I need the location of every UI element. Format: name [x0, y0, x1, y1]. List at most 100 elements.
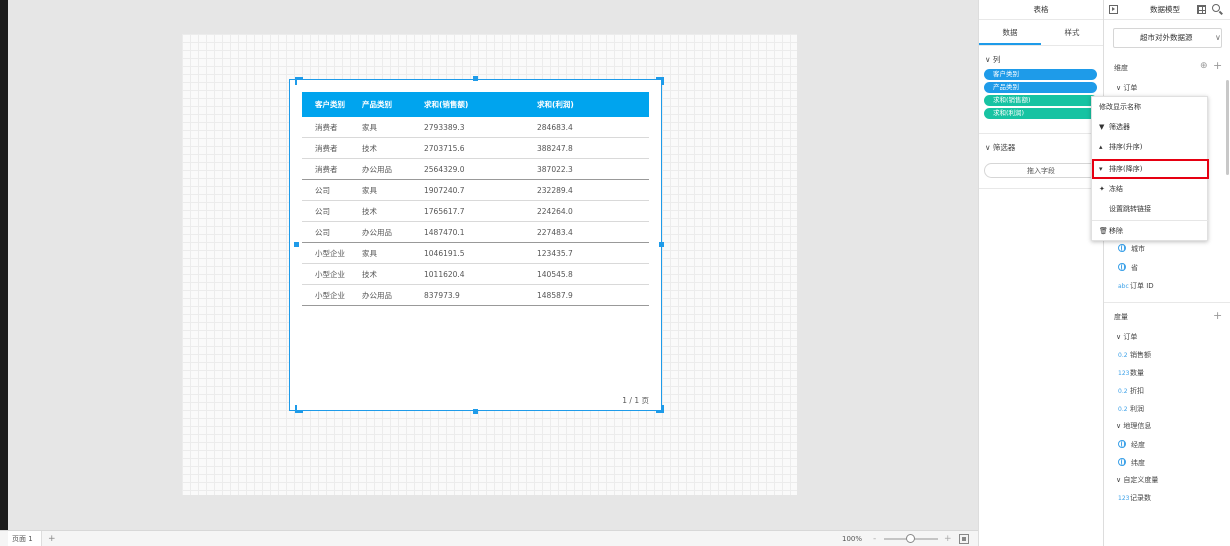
cell: 公司	[315, 185, 330, 195]
fit-screen-icon[interactable]	[959, 534, 969, 544]
filter-section-label[interactable]: ∨ 筛选器	[979, 134, 1103, 157]
integer-type-icon: 123	[1118, 370, 1130, 377]
add-dimension-button[interactable]: +	[1213, 60, 1222, 71]
table-pager[interactable]: 1 / 1 页	[622, 395, 649, 406]
field-order-id[interactable]: abc订单 ID	[1118, 281, 1154, 291]
panel-title: 表格	[979, 0, 1103, 20]
data-source-value: 超市对外数据源	[1140, 33, 1193, 42]
text-type-icon: abc	[1118, 283, 1129, 290]
column-pill-customer-type[interactable]: 客户类别	[984, 69, 1097, 80]
resize-corner-top-left[interactable]	[295, 77, 303, 85]
cell: 1046191.5	[424, 248, 465, 258]
cell: 2703715.6	[424, 143, 465, 153]
table-row[interactable]: 小型企业 家具 1046191.5 123435.7	[302, 243, 649, 264]
tab-data[interactable]: 数据	[979, 20, 1041, 45]
sort-asc-icon: ▴	[1099, 143, 1103, 151]
columns-section-label[interactable]: ∨ 列	[979, 46, 1103, 69]
table-widget[interactable]: 客户类别 产品类别 求和(销售额) 求和(利润) 消费者 家具 2793389.…	[289, 79, 662, 411]
field-sales[interactable]: 0.2 销售额	[1118, 350, 1151, 360]
cell: 148587.9	[537, 290, 573, 300]
resize-corner-bottom-left[interactable]	[295, 405, 303, 413]
field-longitude[interactable]: 经度	[1118, 440, 1145, 450]
table-row[interactable]: 小型企业 办公用品 837973.9 148587.9	[302, 285, 649, 306]
menu-item-sort-desc[interactable]: ▾ 排序(降序)	[1092, 159, 1209, 179]
globe-add-icon[interactable]: ⊕	[1200, 61, 1208, 72]
header-product-type[interactable]: 产品类别	[362, 99, 424, 110]
table-row[interactable]: 公司 家具 1907240.7 232289.4	[302, 180, 649, 201]
field-city[interactable]: 城市	[1118, 244, 1145, 254]
menu-item-remove[interactable]: 🗑移除	[1092, 221, 1209, 241]
menu-item-sort-asc[interactable]: ▴ 排序(升序)	[1092, 137, 1209, 157]
globe-icon	[1118, 440, 1126, 448]
resize-handle-top[interactable]	[473, 76, 478, 81]
data-model-panel: 数据模型 超市对外数据源 ∨ 维度 ⊕ + ∨ 订单 城市 省 abc订单 ID…	[1104, 0, 1230, 546]
decimal-type-icon: 0.2	[1118, 406, 1128, 413]
zoom-slider-knob[interactable]	[906, 534, 915, 543]
dimension-group-orders[interactable]: ∨ 订单	[1116, 83, 1137, 93]
globe-icon	[1118, 458, 1126, 466]
field-latitude[interactable]: 纬度	[1118, 458, 1145, 468]
left-dark-strip	[0, 0, 8, 546]
header-sum-profit[interactable]: 求和(利润)	[537, 99, 637, 110]
table-row[interactable]: 消费者 家具 2793389.3 284683.4	[302, 117, 649, 138]
search-icon[interactable]	[1212, 4, 1220, 12]
measure-group-orders[interactable]: ∨ 订单	[1116, 332, 1137, 342]
cell: 123435.7	[537, 248, 573, 258]
decimal-type-icon: 0.2	[1118, 352, 1128, 359]
cell: 1011620.4	[424, 269, 465, 279]
menu-item-set-link[interactable]: 设置跳转链接	[1092, 199, 1209, 219]
resize-handle-left[interactable]	[294, 242, 299, 247]
cell: 消费者	[315, 122, 338, 132]
table-row[interactable]: 消费者 办公用品 2564329.0 387022.3	[302, 159, 649, 180]
add-page-button[interactable]: +	[48, 531, 56, 546]
cell: 232289.4	[537, 185, 573, 195]
add-measure-button[interactable]: +	[1213, 310, 1222, 321]
resize-corner-top-right[interactable]	[656, 77, 664, 85]
page-tab[interactable]: 页面 1	[8, 531, 42, 546]
sort-desc-icon: ▾	[1099, 165, 1103, 173]
column-pill-sum-profit[interactable]: 求和(利润)	[984, 108, 1097, 119]
resize-handle-right[interactable]	[659, 242, 664, 247]
integer-type-icon: 123	[1118, 495, 1130, 502]
column-pill-product-type[interactable]: 产品类别	[984, 82, 1097, 93]
collapse-panel-icon[interactable]	[1109, 5, 1118, 14]
bottom-bar: 页面 1 + 100% - +	[0, 530, 978, 546]
field-province[interactable]: 省	[1118, 263, 1138, 273]
cell: 办公用品	[362, 164, 392, 174]
header-sum-sales[interactable]: 求和(销售额)	[424, 99, 537, 110]
scrollbar[interactable]	[1226, 80, 1229, 175]
widget-config-panel: 表格 数据 样式 ∨ 列 客户类别 产品类别 求和(销售额) 求和(利润) ∨ …	[978, 0, 1104, 546]
menu-item-rename[interactable]: 修改显示名称	[1092, 97, 1209, 117]
cell: 技术	[362, 143, 377, 153]
resize-handle-bottom[interactable]	[473, 409, 478, 414]
menu-item-filter[interactable]: ▼ 筛选器	[1092, 117, 1209, 137]
cell: 消费者	[315, 164, 338, 174]
cell: 837973.9	[424, 290, 460, 300]
column-pill-sum-sales[interactable]: 求和(销售额)	[984, 95, 1097, 106]
header-customer-type[interactable]: 客户类别	[302, 99, 362, 110]
table-row[interactable]: 公司 办公用品 1487470.1 227483.4	[302, 222, 649, 243]
table-view-icon[interactable]	[1197, 5, 1206, 14]
table-row[interactable]: 公司 技术 1765617.7 224264.0	[302, 201, 649, 222]
field-discount[interactable]: 0.2 折扣	[1118, 386, 1144, 396]
filter-drop-zone[interactable]: 拖入字段	[984, 163, 1098, 178]
table-row[interactable]: 小型企业 技术 1011620.4 140545.8	[302, 264, 649, 285]
field-quantity[interactable]: 123数量	[1118, 368, 1144, 378]
geo-group[interactable]: ∨ 地理信息	[1116, 421, 1151, 431]
resize-corner-bottom-right[interactable]	[656, 405, 664, 413]
field-record-count[interactable]: 123记录数	[1118, 493, 1151, 503]
cell: 家具	[362, 248, 377, 258]
cell: 284683.4	[537, 122, 573, 132]
tab-style[interactable]: 样式	[1041, 20, 1103, 45]
menu-item-freeze[interactable]: ✦ 冻结	[1092, 179, 1209, 199]
cell: 1907240.7	[424, 185, 465, 195]
table-row[interactable]: 消费者 技术 2703715.6 388247.8	[302, 138, 649, 159]
field-profit[interactable]: 0.2 利润	[1118, 404, 1144, 414]
zoom-out-button[interactable]: -	[873, 531, 876, 546]
data-source-select[interactable]: 超市对外数据源 ∨	[1113, 28, 1222, 48]
zoom-in-button[interactable]: +	[944, 531, 952, 546]
data-table: 客户类别 产品类别 求和(销售额) 求和(利润) 消费者 家具 2793389.…	[302, 92, 649, 306]
custom-measure-group[interactable]: ∨ 自定义度量	[1116, 475, 1158, 485]
globe-icon	[1118, 244, 1126, 252]
cell: 办公用品	[362, 290, 392, 300]
